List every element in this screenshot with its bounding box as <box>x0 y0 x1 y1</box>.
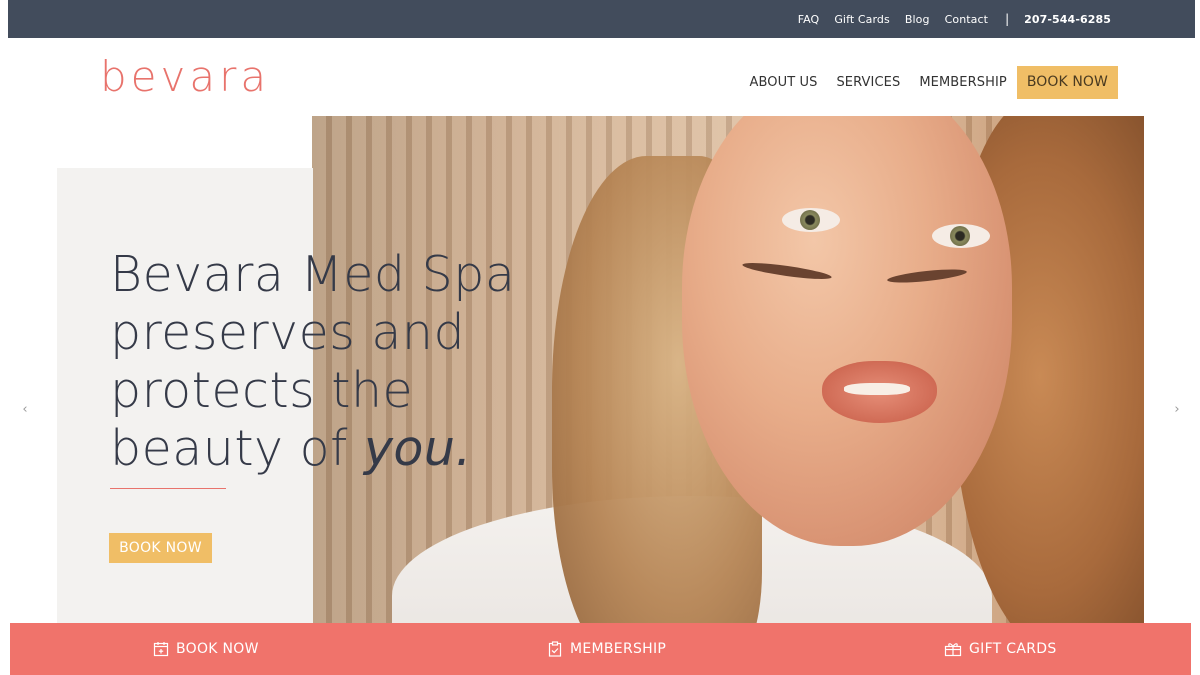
page: FAQ Gift Cards Blog Contact | 207-544-62… <box>0 0 1200 675</box>
headline-line-2: preserves and <box>110 304 466 361</box>
hero-headline: Bevara Med Spa preserves and protects the b… <box>110 246 570 478</box>
nav-membership[interactable]: MEMBERSHIP <box>919 75 1007 90</box>
main-nav: ABOUT US SERVICES MEMBERSHIP BOOK NOW <box>730 66 1118 99</box>
bottom-book-now-label: BOOK NOW <box>176 641 259 657</box>
slider-prev-arrow-icon[interactable]: ‹ <box>12 397 38 423</box>
bottom-gift-cards-button[interactable]: GIFT CARDS <box>944 623 1057 675</box>
nav-services[interactable]: SERVICES <box>836 75 900 90</box>
clipboard-check-icon <box>548 641 562 657</box>
slider-next-arrow-icon[interactable]: › <box>1164 397 1190 423</box>
headline-emphasis: you. <box>363 420 472 477</box>
bottom-gift-cards-label: GIFT CARDS <box>969 641 1057 657</box>
utility-separator: | <box>1005 12 1010 26</box>
hero-book-now-button[interactable]: BOOK NOW <box>109 533 212 563</box>
logo[interactable]: bevara <box>100 56 270 98</box>
headline-divider <box>110 488 226 489</box>
bottom-book-now-button[interactable]: BOOK NOW <box>153 623 259 675</box>
nav-book-now-button[interactable]: BOOK NOW <box>1016 66 1118 99</box>
right-eye <box>932 224 990 248</box>
bottom-membership-label: MEMBERSHIP <box>570 641 667 657</box>
blog-link[interactable]: Blog <box>905 13 930 26</box>
lips <box>822 361 937 423</box>
phone-link[interactable]: 207-544-6285 <box>1024 13 1111 26</box>
faq-link[interactable]: FAQ <box>798 13 820 26</box>
gift-icon <box>944 643 962 657</box>
contact-link[interactable]: Contact <box>945 13 989 26</box>
bottom-action-bar: BOOK NOW MEMBERSHIP GIFT CARDS <box>10 623 1191 675</box>
headline-line-1: Bevara Med Spa <box>110 246 516 303</box>
headline-line-4: beauty of <box>110 420 364 477</box>
bottom-membership-button[interactable]: MEMBERSHIP <box>547 623 666 675</box>
calendar-icon <box>153 642 169 657</box>
left-eye <box>782 208 840 232</box>
face <box>682 116 1012 546</box>
utility-bar: FAQ Gift Cards Blog Contact | 207-544-62… <box>8 0 1195 38</box>
headline-line-3: protects the <box>110 362 414 419</box>
nav-about-us[interactable]: ABOUT US <box>749 75 817 90</box>
gift-cards-link[interactable]: Gift Cards <box>834 13 890 26</box>
